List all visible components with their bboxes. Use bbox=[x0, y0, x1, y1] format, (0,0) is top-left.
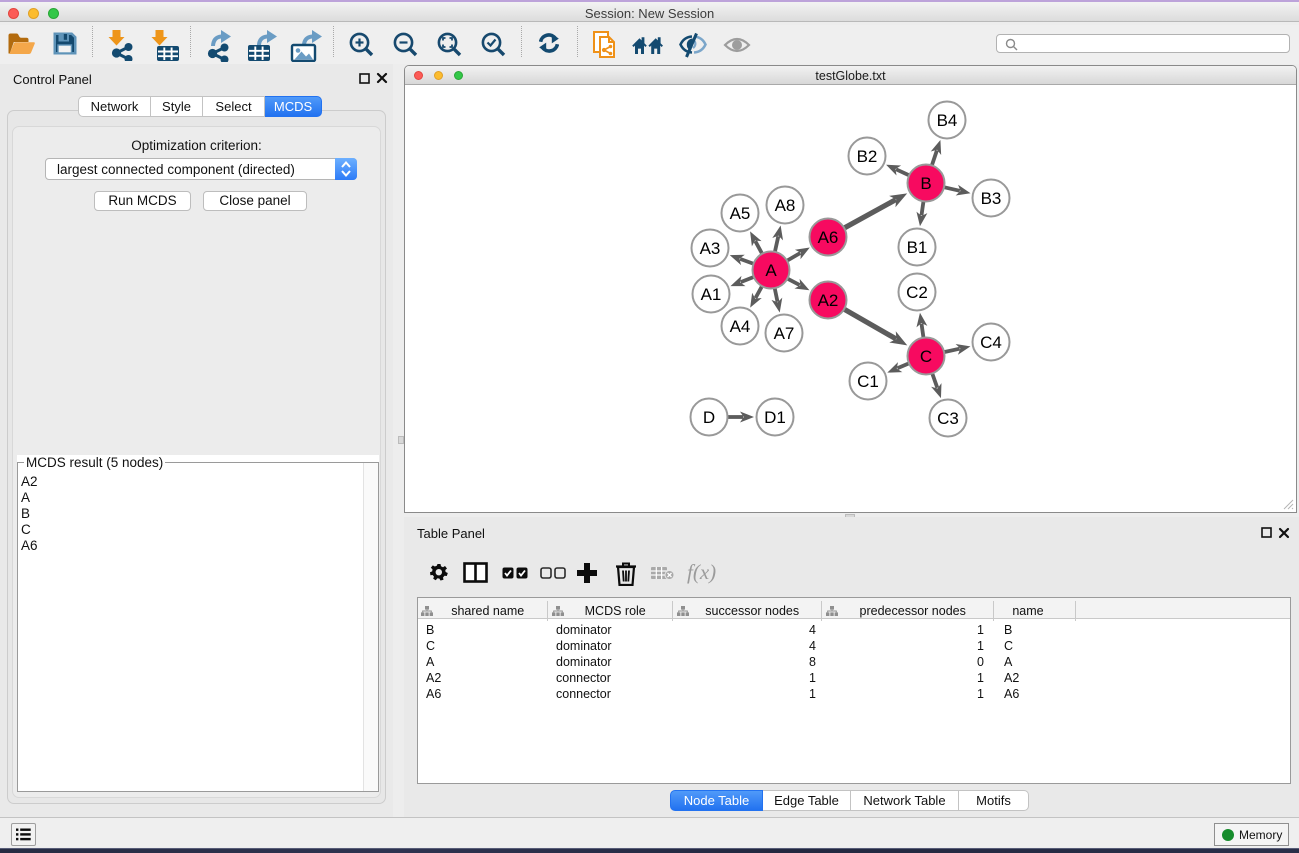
svg-text:B4: B4 bbox=[937, 111, 958, 130]
svg-text:C1: C1 bbox=[857, 372, 879, 391]
svg-text:B: B bbox=[920, 174, 931, 193]
svg-text:D1: D1 bbox=[764, 408, 786, 427]
svg-text:A5: A5 bbox=[730, 204, 751, 223]
svg-text:B3: B3 bbox=[981, 189, 1002, 208]
svg-text:B1: B1 bbox=[907, 238, 928, 257]
svg-text:A: A bbox=[765, 261, 777, 280]
svg-text:C3: C3 bbox=[937, 409, 959, 428]
svg-text:C2: C2 bbox=[906, 283, 928, 302]
svg-text:C: C bbox=[920, 347, 932, 366]
svg-text:A6: A6 bbox=[818, 228, 839, 247]
svg-text:C4: C4 bbox=[980, 333, 1002, 352]
svg-text:B2: B2 bbox=[857, 147, 878, 166]
svg-text:A8: A8 bbox=[775, 196, 796, 215]
svg-text:A2: A2 bbox=[818, 291, 839, 310]
svg-text:A4: A4 bbox=[730, 317, 751, 336]
svg-text:A1: A1 bbox=[701, 285, 722, 304]
svg-text:A7: A7 bbox=[774, 324, 795, 343]
svg-text:D: D bbox=[703, 408, 715, 427]
svg-text:A3: A3 bbox=[700, 239, 721, 258]
